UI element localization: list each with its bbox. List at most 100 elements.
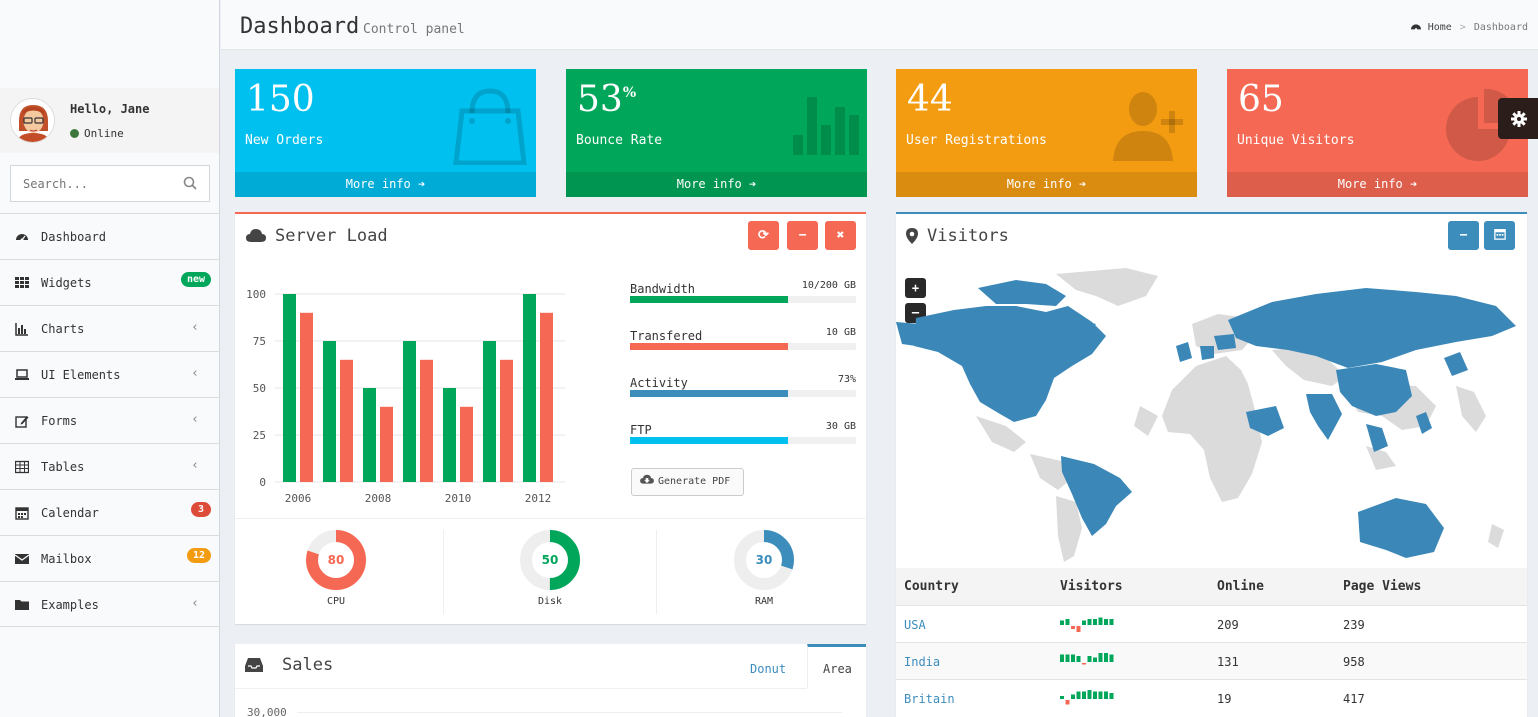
bar-2011-series-2[interactable] xyxy=(500,359,513,482)
refresh-icon: ⟳ xyxy=(758,228,769,243)
new-badge: new xyxy=(180,272,211,287)
header-visitors: Visitors xyxy=(1060,579,1123,594)
sparkline-bar xyxy=(1104,619,1108,625)
bar-chart-icon xyxy=(781,85,861,168)
cloud-icon xyxy=(246,229,266,242)
progress-track xyxy=(630,296,856,303)
more-info-link[interactable]: More info ➔ xyxy=(235,172,536,197)
bar-2007-series-2[interactable] xyxy=(340,359,353,482)
stat-value: 44 xyxy=(907,79,953,120)
sidebar-item-charts[interactable]: Charts ‹ xyxy=(0,305,219,351)
divider xyxy=(656,530,657,614)
avatar[interactable] xyxy=(10,98,55,143)
collapse-button[interactable]: − xyxy=(1448,221,1479,250)
more-info-link[interactable]: More info ➔ xyxy=(896,172,1197,197)
bar-2006-series-1[interactable] xyxy=(283,294,296,482)
progress-label: Activity xyxy=(630,376,688,390)
progress-label: Bandwidth xyxy=(630,282,696,296)
donut-label: CPU xyxy=(326,596,346,607)
bar-2009-series-2[interactable] xyxy=(420,359,433,482)
disk-donut-chart: 50 xyxy=(520,530,580,590)
online-status-icon xyxy=(70,129,79,138)
table-row: India 131 958 xyxy=(896,642,1527,679)
bar-2012-series-2[interactable] xyxy=(540,312,553,482)
bar-2010-series-2[interactable] xyxy=(460,406,473,482)
sparkline-bar xyxy=(1109,693,1114,699)
sparkline-bar xyxy=(1082,620,1086,625)
chevron-left-icon: ‹ xyxy=(191,320,199,335)
sidebar-item-tables[interactable]: Tables ‹ xyxy=(0,443,219,489)
search-icon[interactable] xyxy=(183,176,197,193)
tab-area[interactable]: Area xyxy=(807,644,866,688)
date-range-button[interactable] xyxy=(1484,221,1515,250)
close-button[interactable]: ✖ xyxy=(825,221,856,250)
laptop-icon xyxy=(15,368,29,382)
sidebar-item-ui-elements[interactable]: UI Elements ‹ xyxy=(0,351,219,397)
sales-panel: Sales Area Donut 30,000 xyxy=(235,644,866,717)
bar-2008-series-2[interactable] xyxy=(380,406,393,482)
header-page-views: Page Views xyxy=(1343,579,1422,594)
sidebar-item-widgets[interactable]: Widgets new xyxy=(0,259,219,305)
sidebar-item-dashboard[interactable]: Dashboard xyxy=(0,213,219,259)
tab-donut[interactable]: Donut xyxy=(750,662,786,676)
arrow-circle-right-icon: ➔ xyxy=(749,177,757,191)
bar-2011-series-1[interactable] xyxy=(483,341,496,482)
collapse-button[interactable]: − xyxy=(787,221,818,250)
sidebar-item-label: Mailbox xyxy=(41,552,92,566)
sparkline-bar xyxy=(1071,694,1075,699)
breadcrumb-home[interactable]: Home xyxy=(1428,22,1452,33)
chevron-left-icon: ‹ xyxy=(191,366,199,381)
bar-2006-series-2[interactable] xyxy=(300,312,313,482)
bar-2009-series-1[interactable] xyxy=(403,341,416,482)
breadcrumb: Home > Dashboard xyxy=(1410,21,1528,33)
progress-fill xyxy=(630,343,789,350)
table-row: Britain 19 417 xyxy=(896,679,1527,716)
more-info-link[interactable]: More info ➔ xyxy=(566,172,867,197)
sidebar-item-calendar[interactable]: Calendar 3 xyxy=(0,489,219,535)
bar-2008-series-1[interactable] xyxy=(363,388,376,482)
sparkline-bar xyxy=(1065,700,1070,705)
table-row: USA 209 239 xyxy=(896,605,1527,642)
country-link[interactable]: India xyxy=(904,655,940,669)
panel-title: Visitors xyxy=(927,226,1009,246)
progress-track xyxy=(630,343,856,350)
th-icon xyxy=(15,276,29,290)
sidebar-item-forms[interactable]: Forms ‹ xyxy=(0,397,219,443)
more-info-label: More info xyxy=(345,177,411,191)
progress-fill xyxy=(630,390,789,397)
x-tick-label: 2006 xyxy=(285,492,312,505)
sidebar-item-examples[interactable]: Examples ‹ xyxy=(0,581,219,627)
y-tick-label: 25 xyxy=(253,429,266,442)
search-input[interactable] xyxy=(11,166,171,201)
sparkline-bar xyxy=(1071,654,1075,662)
bar-2012-series-1[interactable] xyxy=(523,294,536,482)
sidebar-item-label: Dashboard xyxy=(41,230,107,244)
sidebar-item-mailbox[interactable]: Mailbox 12 xyxy=(0,535,219,581)
refresh-button[interactable]: ⟳ xyxy=(748,221,779,250)
country-link[interactable]: Britain xyxy=(904,692,955,706)
online-count: 209 xyxy=(1217,618,1239,632)
bar-2007-series-1[interactable] xyxy=(323,341,336,482)
donut-value-label: 50 xyxy=(542,553,559,567)
sparkline-bar xyxy=(1093,657,1097,662)
bar-2010-series-1[interactable] xyxy=(443,388,456,482)
stat-value: 53% xyxy=(577,79,636,120)
sidebar-search xyxy=(10,165,210,202)
sparkline-bar xyxy=(1093,691,1097,699)
settings-gear-button[interactable] xyxy=(1498,98,1538,139)
world-map[interactable] xyxy=(896,266,1527,566)
divider xyxy=(235,688,807,689)
more-info-link[interactable]: More info ➔ xyxy=(1227,172,1528,197)
header-online: Online xyxy=(1217,579,1264,594)
mailbox-badge: 12 xyxy=(186,548,211,563)
dashboard-icon xyxy=(15,230,29,244)
country-link[interactable]: USA xyxy=(904,618,926,632)
calendar-icon xyxy=(1493,229,1506,240)
arrow-circle-right-icon: ➔ xyxy=(1410,177,1418,191)
sparkline-bar xyxy=(1060,620,1064,625)
donut-label: Disk xyxy=(537,596,563,607)
sparkline-bar xyxy=(1109,619,1114,625)
visitors-sparkline xyxy=(1060,617,1114,632)
sidebar-item-label: Charts xyxy=(41,322,85,336)
generate-pdf-button[interactable]: Generate PDF xyxy=(631,468,744,496)
